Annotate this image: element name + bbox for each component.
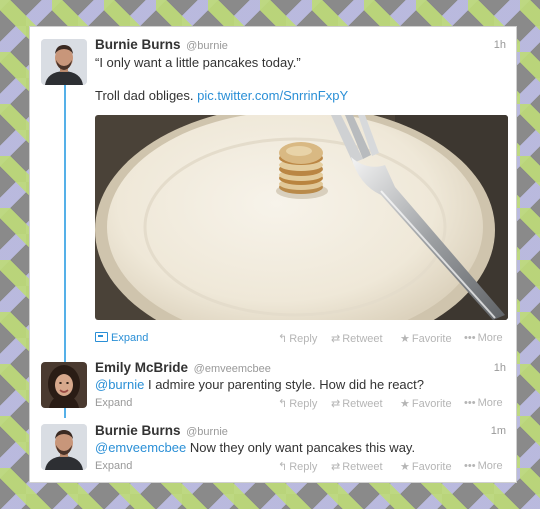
more-button[interactable]: ••• More [464, 332, 503, 344]
person-avatar-icon [41, 424, 87, 470]
favorite-label: Favorite [411, 398, 452, 410]
retweet-label: Retweet [342, 461, 383, 473]
tweet-text-body: Troll dad obliges. [95, 88, 194, 103]
star-icon: ★ [400, 333, 410, 345]
author-name[interactable]: Burnie Burns [95, 423, 181, 438]
tweet-text: @burnie I admire your parenting style. H… [95, 376, 498, 393]
expand-label: Expand [111, 332, 149, 344]
retweet-button[interactable]: ⇄ Retweet [331, 332, 383, 345]
favorite-button[interactable]: ★ Favorite [400, 397, 452, 410]
mention-link[interactable]: @emveemcbee [95, 440, 186, 455]
tweet-text-body: I admire your parenting style. How did h… [147, 377, 424, 392]
reply-button[interactable]: ↰ Reply [278, 397, 317, 410]
tweet-actions: Expand ↰ Reply ⇄ Retweet ★ Favorite ••• More [95, 332, 506, 348]
favorite-label: Favorite [411, 333, 452, 345]
reply-label: Reply [289, 461, 318, 473]
more-button[interactable]: ••• More [464, 397, 503, 409]
author-handle[interactable]: @emveemcbee [194, 363, 271, 375]
author-name[interactable]: Emily McBride [95, 360, 188, 375]
author-name[interactable]: Burnie Burns [95, 37, 181, 52]
reply-button[interactable]: ↰ Reply [278, 460, 317, 473]
more-dots-icon: ••• [464, 397, 476, 409]
tweet-text: @emveemcbee Now they only want pancakes … [95, 439, 498, 456]
tweet-text-quote: “I only want a little pancakes today.” [95, 55, 301, 70]
person-avatar-icon [41, 39, 87, 85]
retweet-button[interactable]: ⇄ Retweet [331, 397, 383, 410]
retweet-icon: ⇄ [331, 333, 341, 345]
reply-label: Reply [289, 398, 318, 410]
author-handle[interactable]: @burnie [186, 40, 228, 52]
reply-button[interactable]: ↰ Reply [278, 332, 317, 345]
favorite-button[interactable]: ★ Favorite [400, 460, 452, 473]
more-label: More [477, 397, 503, 409]
tweet-header: Burnie Burns @burnie 1m [95, 423, 506, 438]
tweet-text: Troll dad obliges. pic.twitter.com/Snrri… [95, 87, 498, 104]
star-icon: ★ [400, 461, 410, 473]
tweet-timestamp[interactable]: 1h [494, 362, 506, 374]
reply-label: Reply [289, 333, 318, 345]
more-label: More [477, 460, 503, 472]
more-button[interactable]: ••• More [464, 460, 503, 472]
tweet-timestamp[interactable]: 1h [494, 39, 506, 51]
tweet-thread-card: Burnie Burns @burnie 1h “I only want a l… [30, 27, 516, 482]
more-dots-icon: ••• [464, 460, 476, 472]
star-icon: ★ [400, 398, 410, 410]
more-dots-icon: ••• [464, 332, 476, 344]
expand-button[interactable]: Expand [95, 460, 132, 472]
expand-button[interactable]: Expand [95, 332, 148, 344]
reply-arrow-icon: ↰ [278, 333, 288, 345]
conversation-thread-line [64, 408, 66, 418]
avatar[interactable] [41, 362, 87, 408]
tweet-timestamp[interactable]: 1m [491, 425, 506, 437]
more-label: More [477, 332, 503, 344]
tweet-actions: Expand ↰ Reply ⇄ Retweet ★ Favorite ••• More [95, 397, 506, 413]
tweet-photo-link[interactable]: pic.twitter.com/SnrrinFxpY [197, 88, 348, 103]
expand-button[interactable]: Expand [95, 397, 132, 409]
pancakes-on-plate-photo [95, 115, 508, 320]
avatar[interactable] [41, 424, 87, 470]
author-handle[interactable]: @burnie [186, 426, 228, 438]
tweet-header: Emily McBride @emveemcbee 1h [95, 360, 506, 375]
tweet-header: Burnie Burns @burnie 1h [95, 37, 506, 52]
reply-arrow-icon: ↰ [278, 398, 288, 410]
mention-link[interactable]: @burnie [95, 377, 144, 392]
person-avatar-icon [41, 362, 87, 408]
reply-arrow-icon: ↰ [278, 461, 288, 473]
conversation-thread-line [64, 85, 66, 369]
retweet-button[interactable]: ⇄ Retweet [331, 460, 383, 473]
retweet-icon: ⇄ [331, 398, 341, 410]
photo-expand-icon [95, 332, 108, 342]
favorite-label: Favorite [411, 461, 452, 473]
tweet-photo[interactable] [95, 115, 508, 320]
retweet-label: Retweet [342, 333, 383, 345]
favorite-button[interactable]: ★ Favorite [400, 332, 452, 345]
retweet-label: Retweet [342, 398, 383, 410]
tweet-actions: Expand ↰ Reply ⇄ Retweet ★ Favorite ••• More [95, 460, 506, 476]
tweet-text-body: Now they only want pancakes this way. [189, 440, 416, 455]
retweet-icon: ⇄ [331, 461, 341, 473]
avatar[interactable] [41, 39, 87, 85]
